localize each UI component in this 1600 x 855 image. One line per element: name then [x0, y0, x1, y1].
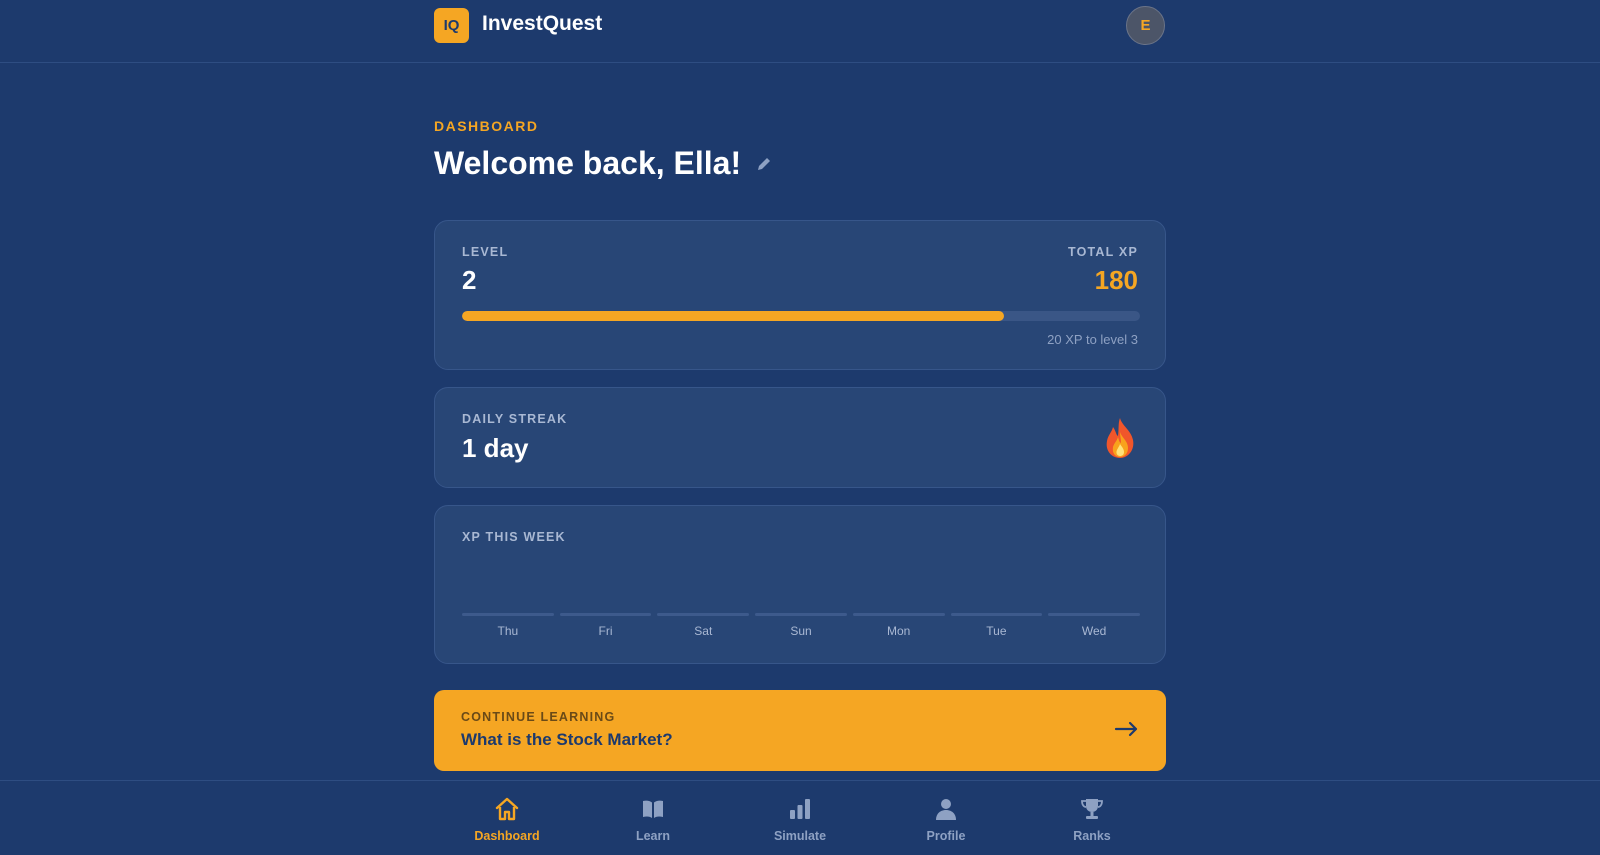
xp-day-bar — [657, 613, 750, 616]
bottom-nav: Dashboard Learn Simulate Profile Ranks — [0, 780, 1600, 855]
xp-week-label: XP THIS WEEK — [462, 530, 566, 544]
total-xp-value: 180 — [1094, 265, 1138, 295]
xp-week-day-labels: Thu Fri Sat Sun Mon Tue Wed — [462, 624, 1140, 640]
avatar-initial: E — [1140, 17, 1151, 34]
xp-day-bar — [462, 613, 554, 616]
xp-day-label: Sun — [790, 624, 812, 638]
nav-label: Ranks — [1073, 829, 1111, 843]
nav-learn[interactable]: Learn — [603, 795, 703, 851]
nav-simulate[interactable]: Simulate — [750, 795, 850, 851]
book-icon — [640, 795, 666, 823]
user-avatar[interactable]: E — [1126, 6, 1165, 45]
xp-day-label: Mon — [887, 624, 911, 638]
level-progress-fill — [462, 311, 1005, 321]
person-icon — [933, 795, 959, 823]
app-name[interactable]: InvestQuest — [482, 12, 602, 36]
xp-day-bar — [950, 613, 1043, 616]
nav-dashboard[interactable]: Dashboard — [457, 795, 557, 851]
xp-day-label: Tue — [986, 624, 1007, 638]
xp-day-bar — [852, 613, 945, 616]
fire-icon — [1101, 416, 1139, 465]
pencil-icon[interactable] — [755, 155, 773, 173]
streak-card: DAILY STREAK 1 day — [434, 387, 1166, 488]
xp-day-bar — [559, 613, 652, 616]
nav-label: Learn — [635, 829, 671, 843]
top-header: IQ InvestQuest E — [0, 0, 1600, 63]
nav-profile[interactable]: Profile — [896, 795, 996, 851]
xp-week-card: XP THIS WEEK Thu Fri Sat Sun Mon Tue Wed — [434, 505, 1166, 664]
xp-week-bars — [462, 613, 1140, 616]
level-card: LEVEL 2 TOTAL XP 180 20 XP to level 3 — [434, 220, 1166, 370]
continue-lesson-title: What is the Stock Market? — [461, 730, 673, 749]
bar-chart-icon — [787, 795, 813, 823]
streak-value: 1 day — [462, 433, 529, 463]
logo-text: IQ — [443, 17, 460, 34]
level-progress-bar — [462, 311, 1140, 321]
page-eyebrow: DASHBOARD — [434, 118, 539, 134]
nav-ranks[interactable]: Ranks — [1042, 795, 1142, 851]
xp-day-label: Thu — [497, 624, 519, 638]
welcome-text: Welcome back, Ella! — [434, 145, 742, 181]
xp-day-label: Sat — [694, 624, 713, 638]
level-value: 2 — [462, 265, 477, 295]
streak-label: DAILY STREAK — [462, 412, 568, 426]
welcome-heading: Welcome back, Ella! — [434, 145, 773, 182]
continue-label: CONTINUE LEARNING — [461, 710, 616, 724]
nav-label: Profile — [926, 829, 966, 843]
level-label: LEVEL — [462, 245, 509, 259]
nav-label: Simulate — [773, 829, 827, 843]
trophy-icon — [1079, 795, 1105, 823]
xp-day-label: Wed — [1081, 624, 1107, 638]
home-icon — [494, 795, 520, 823]
xp-day-label: Fri — [598, 624, 613, 638]
arrow-right-icon — [1114, 719, 1140, 744]
total-xp-label: TOTAL XP — [1067, 245, 1138, 259]
xp-day-bar — [755, 613, 847, 616]
progress-note: 20 XP to level 3 — [1047, 332, 1138, 347]
continue-learning-button[interactable]: CONTINUE LEARNING What is the Stock Mark… — [434, 690, 1166, 771]
nav-label: Dashboard — [474, 829, 540, 843]
app-logo[interactable]: IQ — [434, 8, 469, 43]
xp-day-bar — [1048, 613, 1140, 616]
